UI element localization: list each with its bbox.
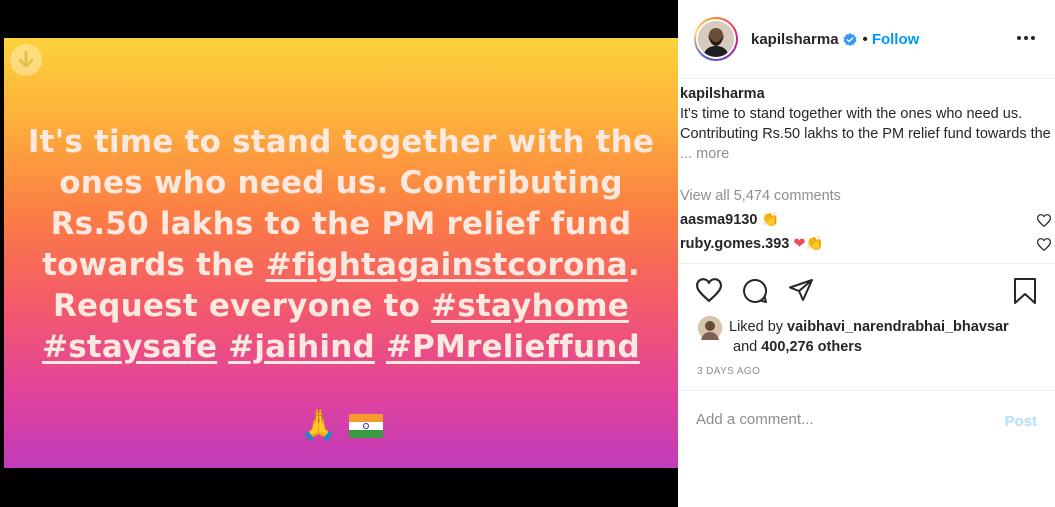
verified-badge-icon: [843, 32, 857, 46]
hashtag-stayhome: #stayhome: [431, 288, 629, 324]
image-text-line: towards the #fightagainstcorona.: [24, 245, 658, 286]
comment-row: ruby.gomes.393 ❤👏: [680, 235, 1053, 252]
caption-text: It's time to stand together with the one…: [680, 106, 1051, 142]
header-user: kapilsharma • Follow: [751, 31, 919, 48]
separator-dot: •: [862, 31, 868, 48]
post-date[interactable]: 3 DAYS AGO: [697, 366, 760, 377]
flag-saffron-stripe: [349, 414, 384, 422]
image-text-line: #staysafe #jaihind #PMrelieffund: [24, 327, 658, 368]
post-sidebar: kapilsharma • Follow kapilsharma It's ti…: [678, 0, 1055, 507]
image-text-segment: towards the: [42, 247, 266, 283]
liked-by-prefix: Liked by: [729, 319, 788, 335]
view-all-comments-link[interactable]: View all 5,474 comments: [680, 188, 841, 204]
hashtag-staysafe: #staysafe: [42, 329, 218, 365]
bookmark-icon[interactable]: [1013, 278, 1037, 305]
heart-icon[interactable]: [1037, 238, 1051, 251]
comment-text: ❤👏: [793, 236, 824, 252]
comment-composer: Post: [678, 390, 1055, 452]
comment-username[interactable]: aasma9130: [680, 212, 757, 228]
comment-bubble-icon[interactable]: [742, 278, 768, 304]
share-send-icon[interactable]: [788, 278, 814, 302]
hashtag-jaihind: #jaihind: [228, 329, 375, 365]
others-count-link[interactable]: 400,276 others: [761, 339, 862, 355]
flag-green-stripe: [349, 430, 384, 438]
liker-avatar-image: [698, 316, 722, 340]
liker-username[interactable]: vaibhavi_narendrabhai_bhavsar: [787, 319, 1009, 335]
avatar-image: [698, 21, 734, 57]
image-text-line: ones who need us. Contributing: [59, 165, 623, 201]
hashtag-fightagainstcorona: #fightagainstcorona: [265, 247, 628, 283]
username-link[interactable]: kapilsharma: [751, 31, 839, 48]
avatar-frame: [696, 19, 736, 59]
hashtag-pmrelieffund: #PMrelieffund: [385, 329, 640, 365]
more-dot: [1031, 36, 1035, 40]
like-heart-icon[interactable]: [696, 278, 722, 302]
post-image[interactable]: It's time to stand together with the one…: [4, 38, 678, 468]
caption-username[interactable]: kapilsharma: [680, 86, 765, 102]
more-options-button[interactable]: [1017, 36, 1035, 40]
post-media: It's time to stand together with the one…: [0, 0, 678, 507]
comment-input[interactable]: [696, 411, 976, 428]
caption-more-link[interactable]: ... more: [680, 144, 1052, 164]
image-text-segment: .: [627, 247, 640, 283]
heart-icon[interactable]: [1037, 214, 1051, 227]
image-emoji-row: 🙏: [300, 409, 384, 442]
likes-and: and: [733, 339, 762, 355]
more-dot: [1024, 36, 1028, 40]
download-button[interactable]: [10, 44, 42, 76]
image-text-segment: Request everyone to: [52, 288, 432, 324]
comment-row: aasma9130 👏: [680, 211, 1053, 228]
image-text-line: Request everyone to #stayhome: [24, 286, 658, 327]
post-header: kapilsharma • Follow: [678, 0, 1055, 79]
avatar[interactable]: [698, 21, 734, 57]
image-caption-text: It's time to stand together with the one…: [24, 122, 658, 368]
arrow-down-icon: [18, 51, 34, 68]
india-flag-emoji: [349, 414, 384, 438]
comment-text: 👏: [761, 212, 780, 228]
more-horizontal-icon: [1017, 36, 1021, 40]
follow-button[interactable]: Follow: [872, 31, 920, 48]
caption: kapilsharma It's time to stand together …: [680, 84, 1052, 164]
image-text-line: Rs.50 lakhs to the PM relief fund: [50, 206, 632, 242]
comment-username[interactable]: ruby.gomes.393: [680, 236, 789, 252]
image-text-line: It's time to stand together with the: [27, 124, 655, 160]
story-ring[interactable]: [694, 17, 738, 61]
likes-summary: Liked by vaibhavi_narendrabhai_bhavsar a…: [729, 317, 1009, 357]
post-comment-button[interactable]: Post: [1004, 413, 1037, 430]
action-bar: [678, 263, 1055, 323]
liker-avatar[interactable]: [698, 316, 722, 340]
folded-hands-emoji: 🙏: [300, 409, 338, 442]
